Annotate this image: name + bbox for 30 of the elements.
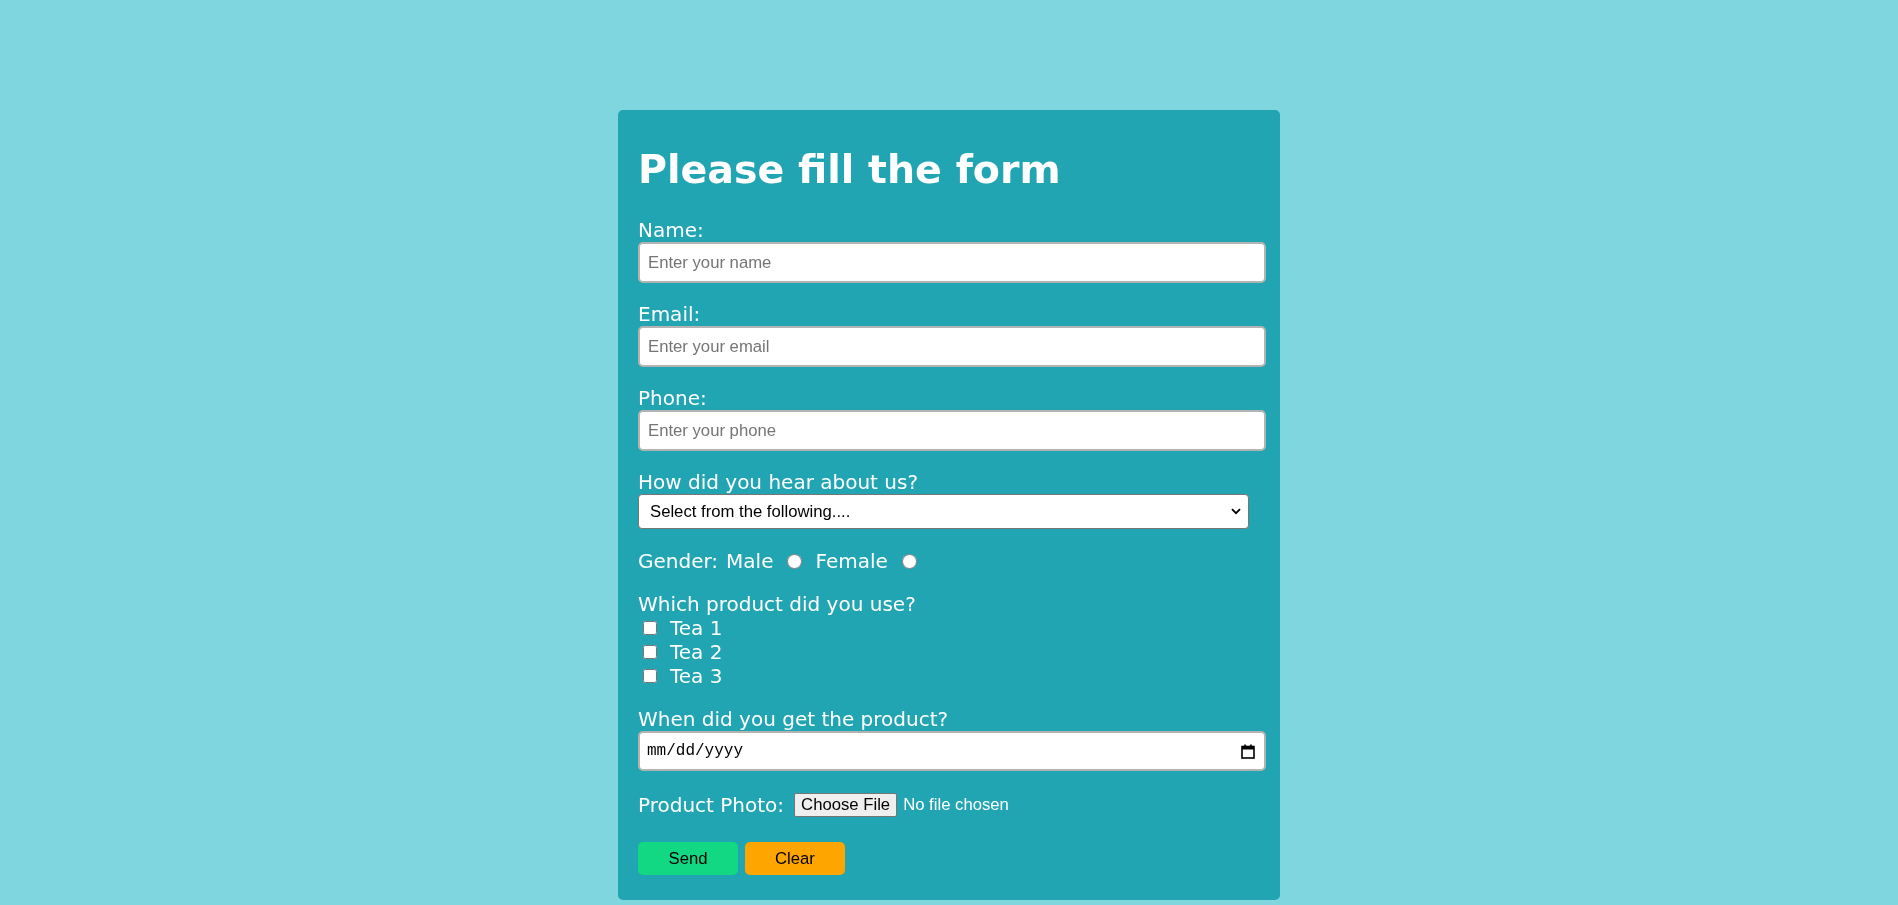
- field-label: Email:: [638, 303, 701, 326]
- radio-label: Female: [815, 549, 888, 573]
- form-title: Please fill the form: [638, 146, 1062, 193]
- field-label: Which product did you use?: [638, 593, 916, 616]
- checkbox-label: Tea 1: [670, 616, 723, 640]
- field-label: Phone:: [638, 387, 707, 410]
- checkbox[interactable]: [643, 621, 657, 635]
- text-input[interactable]: Enter your phone: [638, 410, 1266, 451]
- calendar-icon[interactable]: [1241, 743, 1255, 759]
- clear-button[interactable]: Clear: [745, 842, 845, 875]
- radio-button[interactable]: [901, 553, 917, 569]
- field-label: How did you hear about us?: [638, 471, 918, 494]
- field-label: Product Photo:: [638, 793, 785, 817]
- text-input[interactable]: Enter your email: [638, 326, 1266, 367]
- send-button[interactable]: Send: [638, 842, 738, 875]
- radio-button[interactable]: [787, 553, 803, 569]
- checkbox-label: Tea 3: [670, 664, 723, 688]
- date-input[interactable]: mm/dd/yyyy: [638, 731, 1266, 771]
- checkbox[interactable]: [643, 645, 657, 659]
- field-label: Name:: [638, 219, 704, 242]
- field-label: Gender:: [638, 549, 719, 573]
- text-input[interactable]: Enter your name: [638, 242, 1266, 283]
- checkbox-label: Tea 2: [670, 640, 723, 664]
- file-status-text: No file chosen: [903, 795, 1009, 815]
- dropdown-select[interactable]: Select from the following....: [638, 494, 1249, 529]
- chevron-down-icon: [1231, 508, 1241, 515]
- field-label: When did you get the product?: [638, 708, 949, 731]
- choose-file-button[interactable]: Choose File: [794, 793, 898, 817]
- checkbox[interactable]: [643, 669, 657, 683]
- radio-label: Male: [726, 549, 774, 573]
